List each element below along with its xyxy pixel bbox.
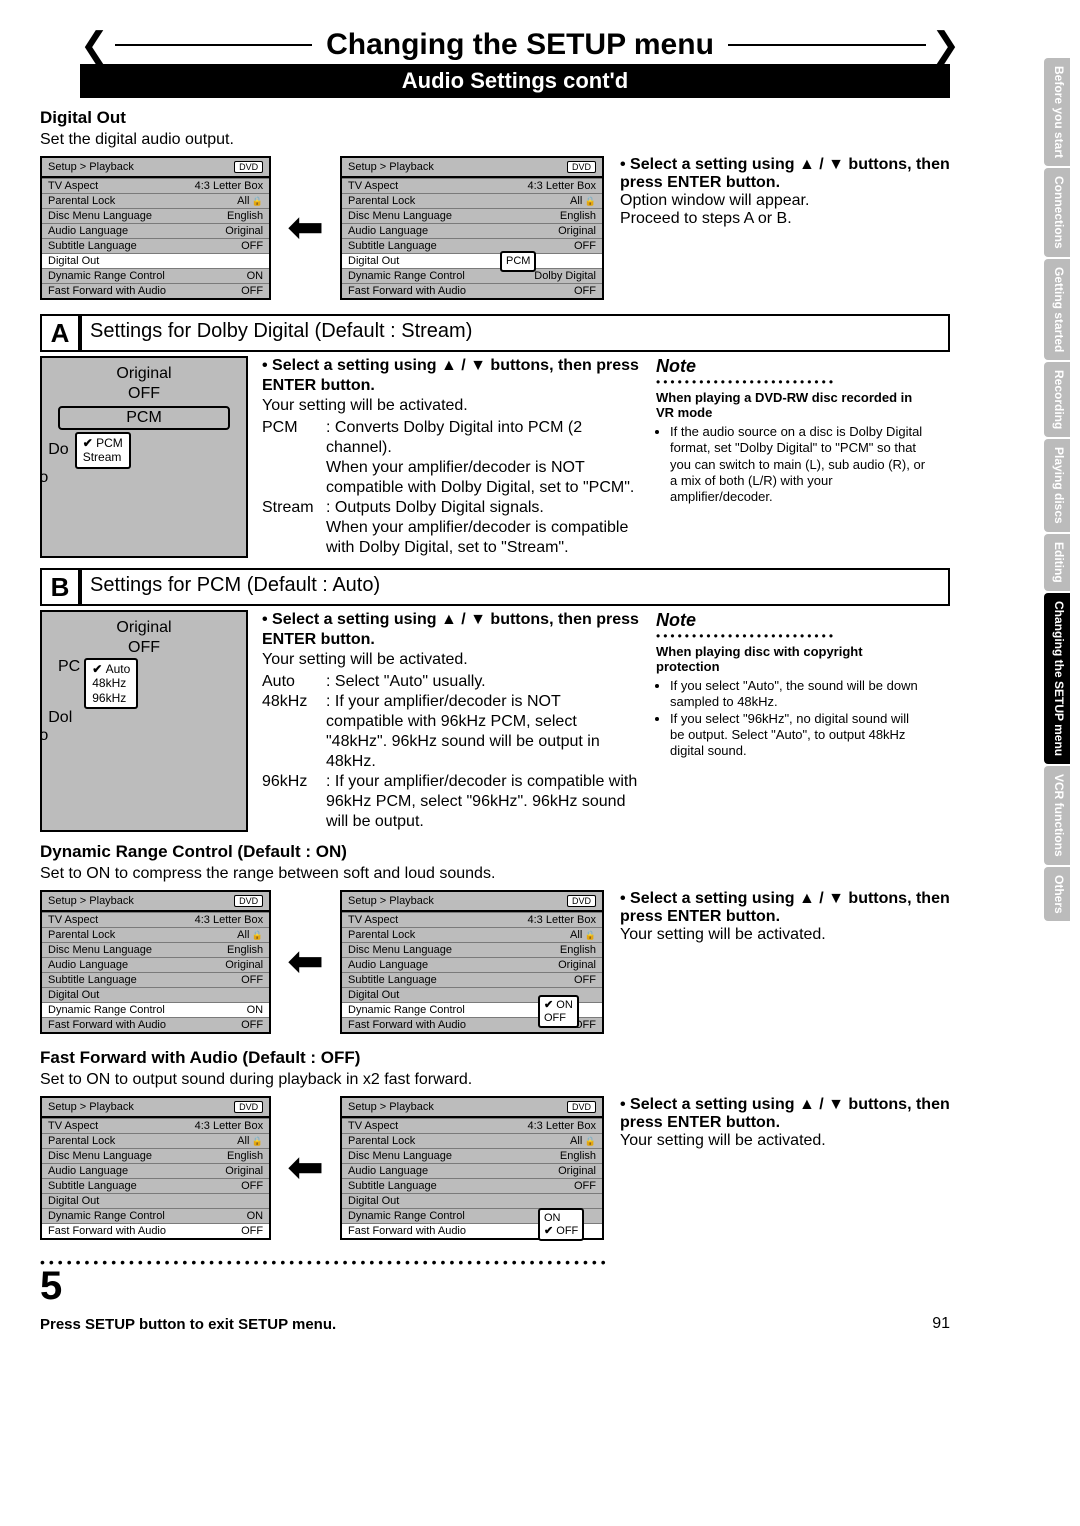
- title-wing-right-icon: ❯: [932, 28, 961, 62]
- title-wing-left-icon: ❮: [80, 28, 109, 62]
- page-subtitle: Audio Settings cont'd: [80, 64, 950, 98]
- section-a-body1: Your setting will be activated.: [262, 396, 642, 416]
- menu-ffa-left: Setup > PlaybackDVD TV Aspect4:3 Letter …: [40, 1096, 271, 1240]
- step-letter-a: A: [40, 314, 80, 352]
- menu-breadcrumb: Setup > Playback: [48, 161, 134, 173]
- section-b-title: Settings for PCM (Default : Auto): [80, 568, 950, 606]
- arrow-left-icon: ⬅: [287, 1146, 324, 1190]
- ffa-body: Set to ON to output sound during playbac…: [40, 1070, 950, 1090]
- drc-heading: Dynamic Range Control (Default : ON): [40, 842, 950, 862]
- dolby-digital-menu-snippet: Original OFF PCM trol Do PCM Stream udio: [40, 356, 248, 558]
- tab-connections: Connections: [1044, 168, 1070, 257]
- tab-recording: Recording: [1044, 362, 1070, 437]
- tab-vcr-functions: VCR functions: [1044, 766, 1070, 865]
- step-number-5: 5: [40, 1264, 950, 1309]
- tab-before-you-start: Before you start: [1044, 58, 1070, 166]
- digital-out-body: Set the digital audio output.: [40, 130, 950, 150]
- drc-popup: ON OFF: [538, 995, 579, 1028]
- pcm-menu-snippet: Original OFF PC Auto 48kHz 96kHz trol Do…: [40, 610, 248, 832]
- tab-changing-setup-menu: Changing the SETUP menu: [1044, 593, 1070, 764]
- dvd-chip-icon: DVD: [234, 161, 263, 173]
- drc-body: Set to ON to compress the range between …: [40, 864, 950, 884]
- tab-playing-discs: Playing discs: [1044, 439, 1070, 532]
- arrow-left-icon: ⬅: [287, 206, 324, 250]
- digital-out-popup: PCM: [500, 251, 536, 272]
- page-title-band: ❮ Changing the SETUP menu ❯: [80, 28, 960, 62]
- digital-out-instruction-l1: Option window will appear.: [620, 192, 950, 210]
- section-a-lead: Select a setting using ▲ / ▼ buttons, th…: [262, 357, 639, 394]
- page-number: 91: [932, 1315, 950, 1333]
- ffa-popup: ON OFF: [538, 1208, 584, 1241]
- section-b-body1: Your setting will be activated.: [262, 650, 642, 670]
- tab-editing: Editing: [1044, 534, 1070, 591]
- section-b-note: Note ••••••••••••••••••••••••• When play…: [656, 610, 926, 832]
- section-b-lead: Select a setting using ▲ / ▼ buttons, th…: [262, 611, 639, 648]
- footer-instruction: Press SETUP button to exit SETUP menu.: [40, 1316, 336, 1333]
- digital-out-heading: Digital Out: [40, 108, 950, 128]
- ffa-heading: Fast Forward with Audio (Default : OFF): [40, 1048, 950, 1068]
- arrow-left-icon: ⬅: [287, 940, 324, 984]
- page-title: Changing the SETUP menu: [326, 28, 714, 62]
- ffa-instruction-bold: Select a setting using ▲ / ▼ buttons, th…: [620, 1096, 950, 1131]
- tab-getting-started: Getting started: [1044, 259, 1070, 360]
- menu-drc-left: Setup > PlaybackDVD TV Aspect4:3 Letter …: [40, 890, 271, 1034]
- digital-out-instruction-l2: Proceed to steps A or B.: [620, 210, 950, 228]
- section-tabs: Before you start Connections Getting sta…: [1044, 58, 1070, 921]
- tab-others: Others: [1044, 867, 1070, 922]
- drc-instruction-bold: Select a setting using ▲ / ▼ buttons, th…: [620, 890, 950, 925]
- menu-digital-out-right: Setup > PlaybackDVD TV Aspect4:3 Letter …: [340, 156, 604, 300]
- ffa-instruction-body: Your setting will be activated.: [620, 1132, 950, 1150]
- section-a-title: Settings for Dolby Digital (Default : St…: [80, 314, 950, 352]
- section-a-note: Note ••••••••••••••••••••••••• When play…: [656, 356, 926, 558]
- step-letter-b: B: [40, 568, 80, 606]
- digital-out-instruction-bold: Select a setting using ▲ / ▼ buttons, th…: [620, 156, 950, 192]
- drc-instruction-body: Your setting will be activated.: [620, 926, 950, 944]
- menu-digital-out-left: Setup > PlaybackDVD TV Aspect4:3 Letter …: [40, 156, 271, 300]
